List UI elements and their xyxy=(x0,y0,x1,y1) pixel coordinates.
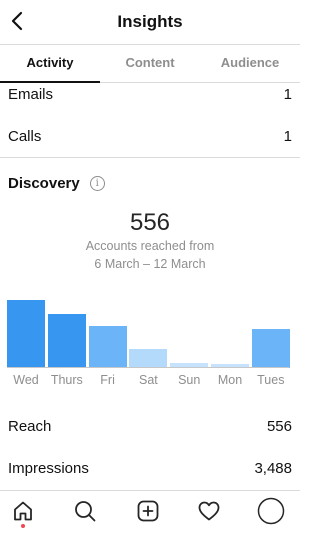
bottom-nav xyxy=(0,490,300,533)
chart-bar-fri[interactable] xyxy=(88,326,127,368)
chart-bar-thurs[interactable] xyxy=(47,314,86,368)
chart-day-labels: Wed Thurs Fri Sat Sun Mon Tues xyxy=(7,373,289,389)
reach-value: 556 xyxy=(266,418,292,435)
notification-dot xyxy=(21,524,25,528)
nav-search-button[interactable] xyxy=(71,497,99,525)
chart-day-label: Sat xyxy=(139,373,158,387)
home-icon xyxy=(14,501,32,521)
nav-home-button[interactable] xyxy=(9,497,37,525)
accounts-reached-count: 556 xyxy=(129,209,171,236)
calls-row: Calls 1 xyxy=(8,128,292,145)
search-icon xyxy=(75,501,96,522)
tab-bar: Activity Content Audience xyxy=(0,44,300,83)
date-range: 6 March – 12 March xyxy=(94,257,206,271)
chart-day-label: Mon xyxy=(217,373,243,387)
chart-bar-tues[interactable] xyxy=(251,329,290,368)
nav-new-post-button[interactable] xyxy=(134,497,162,525)
heart-icon xyxy=(198,501,220,521)
emails-row: Emails 1 xyxy=(8,86,292,103)
accounts-reached-label: Accounts reached from xyxy=(85,239,215,253)
emails-label: Emails xyxy=(8,86,54,103)
impressions-value: 3,488 xyxy=(254,460,292,477)
chart-bar-sat[interactable] xyxy=(129,349,168,368)
tab-audience[interactable]: Audience xyxy=(200,45,300,82)
reach-row[interactable]: Reach 556 xyxy=(8,418,292,435)
chart-bar-wed[interactable] xyxy=(7,300,45,368)
chart-day-label: Wed xyxy=(13,373,39,387)
new-post-icon xyxy=(137,500,159,522)
info-icon[interactable]: i xyxy=(89,176,105,191)
impressions-label: Impressions xyxy=(8,460,89,477)
impressions-row[interactable]: Impressions 3,488 xyxy=(8,460,292,477)
accounts-reached-chart xyxy=(7,292,290,368)
chart-baseline xyxy=(7,367,289,368)
discovery-title: Discovery xyxy=(8,175,80,192)
calls-value: 1 xyxy=(283,128,292,145)
emails-value: 1 xyxy=(283,86,292,103)
chart-day-label: Sun xyxy=(178,373,201,387)
chart-day-label: Thurs xyxy=(50,373,83,387)
chart-day-label: Tues xyxy=(257,373,285,387)
section-divider xyxy=(0,157,300,158)
page-title: Insights xyxy=(117,12,183,31)
discovery-section-title: Discovery i xyxy=(8,175,105,192)
chart-day-label: Fri xyxy=(100,373,115,387)
profile-icon xyxy=(257,497,285,525)
tab-activity[interactable]: Activity xyxy=(0,45,100,83)
nav-activity-button[interactable] xyxy=(195,497,223,525)
header: Insights xyxy=(0,0,300,44)
reach-label: Reach xyxy=(8,418,52,435)
nav-profile-button[interactable] xyxy=(257,497,285,525)
tab-content[interactable]: Content xyxy=(100,45,200,82)
calls-label: Calls xyxy=(8,128,42,145)
